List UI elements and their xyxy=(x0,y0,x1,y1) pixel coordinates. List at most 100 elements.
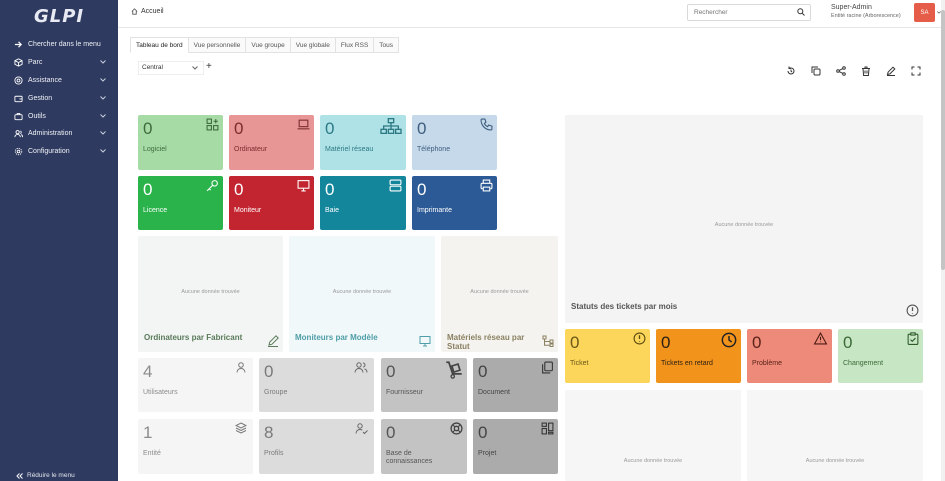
panel-title: Ordinateurs par Fabricant xyxy=(144,333,243,342)
card-label: Base de connaissances xyxy=(386,450,433,465)
card-label: Profils xyxy=(264,450,284,457)
tab-bar: Tableau de bord Vue personnelle Vue grou… xyxy=(130,37,400,53)
sidebar-item-configuration[interactable]: Configuration xyxy=(0,143,118,160)
card-ticket[interactable]: 0 Ticket xyxy=(565,329,650,383)
page-scrollbar[interactable] xyxy=(941,0,945,481)
sidebar-item-label: Assistance xyxy=(28,77,62,84)
card-changement[interactable]: 0 Changement xyxy=(838,329,923,383)
sidebar-item-parc[interactable]: Parc xyxy=(0,54,118,71)
search-icon[interactable] xyxy=(797,8,805,16)
sidebar-item-search-menu[interactable]: Chercher dans le menu xyxy=(0,36,118,53)
card-probleme[interactable]: 0 Problème xyxy=(747,329,832,383)
dashboard-select[interactable]: Central xyxy=(138,61,204,75)
panel-title: Matériels réseau par Statut xyxy=(447,333,525,351)
card-ordinateur[interactable]: 0 Ordinateur xyxy=(229,115,314,170)
card-value: 0 xyxy=(386,362,396,381)
tab-vue-groupe[interactable]: Vue groupe xyxy=(246,37,291,53)
search-input[interactable] xyxy=(687,4,811,21)
sidebar-item-label: Administration xyxy=(28,130,73,137)
card-projet[interactable]: 0 Projet xyxy=(473,419,558,474)
copy-icon[interactable] xyxy=(810,65,821,76)
user-icon xyxy=(236,362,246,373)
tab-vue-personnelle[interactable]: Vue personnelle xyxy=(188,37,247,53)
card-label: Logiciel xyxy=(143,146,167,153)
sidebar-item-label: Gestion xyxy=(28,95,53,102)
fullscreen-icon[interactable] xyxy=(910,65,921,76)
share-icon[interactable] xyxy=(835,65,846,76)
top-bar: Accueil Super-Admin Entité racine (Arbor… xyxy=(118,0,941,28)
card-licence[interactable]: 0 Licence xyxy=(138,176,223,230)
panel-empty-bottom-right[interactable]: Aucune donnée trouvée xyxy=(747,390,923,481)
sidebar-item-label: Outils xyxy=(28,113,46,120)
empty-message: Aucune donnée trouvée xyxy=(470,289,529,295)
card-value: 4 xyxy=(143,362,153,381)
card-value: 0 xyxy=(417,119,427,138)
collapse-menu-button[interactable]: Réduire le menu xyxy=(16,472,75,479)
card-label: Imprimante xyxy=(417,207,453,214)
card-value: 0 xyxy=(234,119,244,138)
chevron-down-icon[interactable] xyxy=(937,11,941,14)
user-name: Super-Admin xyxy=(831,4,872,11)
scrollbar-thumb[interactable] xyxy=(941,10,945,270)
empty-message: Aucune donnée trouvée xyxy=(805,458,865,464)
card-tickets-en-retard[interactable]: 0 Tickets en retard xyxy=(656,329,741,383)
panel-ordinateurs-par-fabricant[interactable]: Aucune donnée trouvée Ordinateurs par Fa… xyxy=(138,236,283,352)
sidebar-item-assistance[interactable]: Assistance xyxy=(0,72,118,89)
card-label: Moniteur xyxy=(234,207,262,214)
card-value: 0 xyxy=(478,362,488,381)
card-logiciel[interactable]: 0 Logiciel xyxy=(138,115,223,170)
card-baie[interactable]: 0 Baie xyxy=(320,176,406,230)
tab-tableau-de-bord[interactable]: Tableau de bord xyxy=(130,37,189,53)
empty-message: Aucune donnée trouvée xyxy=(181,289,240,295)
panel-empty-bottom-left[interactable]: Aucune donnée trouvée xyxy=(565,390,741,481)
warning-icon xyxy=(813,332,828,345)
glpi-logo[interactable]: GLPI xyxy=(34,6,84,27)
card-fournisseur[interactable]: 0 Fournisseur xyxy=(381,358,467,412)
trash-icon[interactable] xyxy=(860,65,871,76)
card-moniteur[interactable]: 0 Moniteur xyxy=(229,176,314,230)
chevron-down-icon xyxy=(192,66,198,70)
card-value: 0 xyxy=(417,180,427,199)
sidebar-item-label: Parc xyxy=(28,59,43,66)
card-telephone[interactable]: 0 Téléphone xyxy=(412,115,497,170)
empty-message: Aucune donnée trouvée xyxy=(623,458,683,464)
info-icon xyxy=(633,332,646,345)
empty-message: Aucune donnée trouvée xyxy=(714,222,774,228)
panel-moniteurs-par-modele[interactable]: Aucune donnée trouvée Moniteurs par Modè… xyxy=(289,236,435,352)
card-entite[interactable]: 1 Entité xyxy=(138,419,253,474)
tab-flux-rss[interactable]: Flux RSS xyxy=(335,37,375,53)
add-dashboard-button[interactable]: + xyxy=(206,61,212,72)
panel-statuts-tickets-par-mois[interactable]: Aucune donnée trouvée Statuts des ticket… xyxy=(565,115,923,323)
card-base-de-connaissances[interactable]: 0 Base de connaissances xyxy=(381,419,467,474)
card-groupe[interactable]: 0 Groupe xyxy=(259,358,374,412)
sidebar-item-label: Configuration xyxy=(28,148,70,155)
box-icon xyxy=(14,58,23,67)
clipboard-check-icon xyxy=(907,332,919,345)
network-icon xyxy=(380,118,402,134)
card-imprimante[interactable]: 0 Imprimante xyxy=(412,176,497,230)
card-document[interactable]: 0 Document xyxy=(473,358,558,412)
breadcrumb[interactable]: Accueil xyxy=(131,8,164,15)
panel-materiels-reseau-par-statut[interactable]: Aucune donnée trouvée Matériels réseau p… xyxy=(441,236,558,352)
user-check-icon xyxy=(355,423,368,435)
sidebar-item-administration[interactable]: Administration xyxy=(0,125,118,142)
card-value: 0 xyxy=(234,180,244,199)
user-menu[interactable]: Super-Admin Entité racine (Arborescence) xyxy=(831,4,901,20)
card-profils[interactable]: 8 Profils xyxy=(259,419,374,474)
card-value: 0 xyxy=(570,333,580,352)
chevron-down-icon xyxy=(100,131,106,135)
history-icon[interactable] xyxy=(785,65,796,76)
sidebar-item-gestion[interactable]: Gestion xyxy=(0,90,118,107)
chevron-down-icon xyxy=(100,149,106,153)
avatar[interactable]: SA xyxy=(914,3,935,22)
card-label: Fournisseur xyxy=(386,389,423,396)
card-utilisateurs[interactable]: 4 Utilisateurs xyxy=(138,358,253,412)
tab-tous[interactable]: Tous xyxy=(374,37,400,53)
dolly-icon xyxy=(446,361,462,379)
card-materiel-reseau[interactable]: 0 Matériel réseau xyxy=(320,115,406,170)
sidebar-item-outils[interactable]: Outils xyxy=(0,108,118,125)
tab-vue-globale[interactable]: Vue globale xyxy=(290,37,336,53)
edit-icon[interactable] xyxy=(885,65,896,76)
card-label: Groupe xyxy=(264,389,288,396)
chevron-down-icon xyxy=(100,60,106,64)
